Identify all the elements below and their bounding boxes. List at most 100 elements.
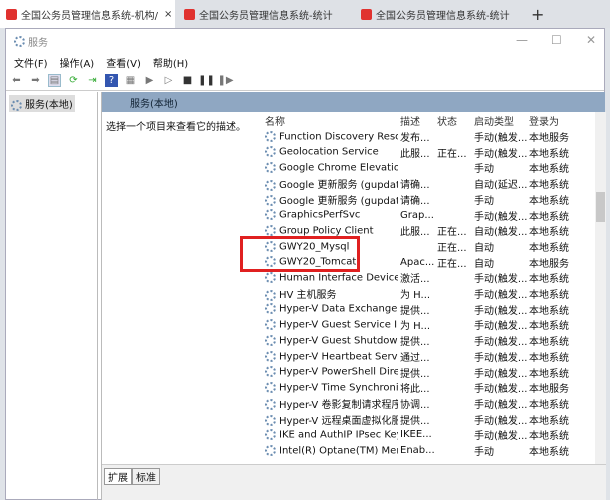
cell-log-on-as: 本地系统	[529, 305, 569, 317]
back-icon[interactable]: ⬅	[10, 74, 23, 87]
service-row[interactable]: Hyper-V 卷影复制请求程序 协调... 手动(触发... 本地系统	[257, 396, 595, 411]
service-row[interactable]: GraphicsPerfSvc Grap... 手动(触发... 本地系统	[257, 208, 595, 223]
service-row[interactable]: Geolocation Service 此服... 正在... 手动(触发... 本地系…	[257, 145, 595, 160]
menu-view[interactable]: 查看(V)	[106, 55, 141, 70]
tab-standard[interactable]: 标准	[132, 468, 160, 485]
tree-item-services-local[interactable]: 服务(本地)	[9, 95, 75, 112]
cell-log-on-as: 本地系统	[529, 211, 569, 223]
maximize-button[interactable]: ☐	[551, 33, 562, 47]
browser-tab[interactable]: 全国公务员管理信息系统-统计	[355, 0, 520, 28]
browser-tab[interactable]: 全国公务员管理信息系统-机构/×	[0, 0, 175, 28]
browser-tab-bar: 全国公务员管理信息系统-机构/× 全国公务员管理信息系统-统计 全国公务员管理信…	[0, 0, 610, 28]
service-gear-icon	[265, 289, 276, 301]
cell-log-on-as: 本地系统	[529, 148, 569, 160]
cell-name: Hyper-V 远程桌面虚拟化服...	[265, 412, 398, 427]
pause-icon[interactable]: ❚❚	[198, 74, 215, 87]
close-button[interactable]: ✕	[586, 33, 596, 47]
cell-description: Grap...	[400, 209, 434, 221]
cell-name: Google Chrome Elevation ...	[265, 162, 398, 174]
vertical-scrollbar[interactable]	[595, 112, 606, 464]
cell-startup-type: 自动(延迟...	[474, 180, 527, 192]
service-row[interactable]: Hyper-V Guest Service Int...为 H... 手动(触发.…	[257, 317, 595, 332]
cell-log-on-as: 本地系统	[529, 180, 569, 192]
service-row[interactable]: Hyper-V Guest Shutdown ...提供... 手动(触发...本…	[257, 333, 595, 348]
start-icon[interactable]: ▶	[143, 74, 156, 87]
cell-description: IKEE...	[400, 429, 432, 441]
console-tree-icon[interactable]: ▤	[48, 74, 61, 87]
services-icon	[14, 35, 25, 47]
cell-startup-type: 自动	[474, 258, 494, 270]
cell-startup-type: 手动(触发...	[474, 211, 527, 223]
favicon-icon	[6, 8, 17, 20]
tab-extended[interactable]: 扩展	[104, 468, 132, 485]
service-row[interactable]: HV 主机服务为 H... 手动(触发... 本地系统	[257, 286, 595, 301]
service-row[interactable]: Google 更新服务 (gupdate...请确... 手动 本地系统	[257, 192, 595, 207]
menu-bar: 文件(F) 操作(A) 查看(V) 帮助(H)	[6, 53, 604, 71]
service-row[interactable]: Google Chrome Elevation ... 手动 本地系统	[257, 160, 595, 175]
panel-header: 服务(本地)	[102, 92, 605, 112]
service-gear-icon	[265, 444, 276, 456]
close-tab-icon[interactable]: ×	[164, 9, 172, 20]
start-alt-icon[interactable]: ▷	[162, 74, 175, 87]
cell-log-on-as: 本地系统	[529, 195, 569, 207]
service-gear-icon	[265, 130, 276, 142]
service-row[interactable]: Hyper-V Data Exchange Se...提供... 手动(触发...…	[257, 302, 595, 317]
column-header-log-on-as[interactable]: 登录为	[529, 113, 559, 128]
cell-log-on-as: 本地服务	[529, 258, 569, 270]
cell-startup-type: 手动(触发...	[474, 352, 527, 364]
new-tab-button[interactable]: +	[525, 0, 550, 28]
column-header-startup-type[interactable]: 启动类型	[474, 113, 514, 128]
menu-help[interactable]: 帮助(H)	[153, 55, 188, 70]
service-gear-icon	[265, 209, 276, 221]
service-row[interactable]: Hyper-V 远程桌面虚拟化服... 提供... 手动(触发... 本地系统	[257, 412, 595, 427]
service-row[interactable]: Intel(R) Optane(TM) Mem...Enab... 手动 本地系统	[257, 443, 595, 458]
service-row[interactable]: Hyper-V PowerShell Direct...提供... 手动(触发..…	[257, 365, 595, 380]
forward-icon[interactable]: ➡	[29, 74, 42, 87]
cell-name: Hyper-V PowerShell Direct...	[265, 366, 398, 378]
cell-name: Hyper-V 卷影复制请求程序	[265, 396, 398, 411]
menu-action[interactable]: 操作(A)	[60, 55, 95, 70]
minimize-button[interactable]: —	[516, 33, 528, 47]
cell-description: 协调...	[400, 399, 430, 411]
restart-icon[interactable]: ❚▶	[217, 74, 233, 87]
cell-description: 发布...	[400, 133, 430, 144]
cell-name: Geolocation Service	[265, 146, 398, 158]
cell-startup-type: 手动(触发...	[474, 399, 527, 411]
stop-icon[interactable]: ■	[181, 74, 194, 87]
cell-log-on-as: 本地系统	[529, 399, 569, 411]
scrollbar-thumb[interactable]	[596, 192, 605, 222]
service-row[interactable]: Hyper-V Heartbeat Service通过... 手动(触发...本地…	[257, 349, 595, 364]
description-text: 选择一个项目来查看它的描述。	[106, 122, 246, 133]
column-header-status[interactable]: 状态	[437, 113, 457, 128]
cell-name: Hyper-V Guest Service Int...	[265, 319, 398, 331]
service-row[interactable]: Hyper-V Time Synchroniza...将此... 手动(触发...…	[257, 380, 595, 395]
column-header-description[interactable]: 描述	[400, 113, 420, 128]
service-gear-icon	[265, 350, 276, 362]
cell-name: HV 主机服务	[265, 286, 398, 301]
favicon-icon	[184, 8, 195, 20]
service-row[interactable]: Function Discovery Resour...发布... 手动(触发..…	[257, 129, 595, 144]
column-header-name[interactable]: 名称	[265, 113, 285, 128]
cell-name: Human Interface Device S...	[265, 272, 398, 284]
service-row[interactable]: Google 更新服务 (gupdate) 请确... 自动(延迟... 本地系统	[257, 176, 595, 191]
service-gear-icon	[265, 272, 276, 284]
cell-log-on-as: 本地系统	[529, 274, 569, 286]
service-gear-icon	[265, 366, 276, 378]
export-icon[interactable]: ⇥	[86, 74, 99, 87]
service-gear-icon	[265, 319, 276, 331]
browser-tab[interactable]: 全国公务员管理信息系统-统计	[178, 0, 343, 28]
properties-icon[interactable]: ▦	[124, 74, 137, 87]
cell-startup-type: 手动	[474, 164, 494, 176]
help-icon[interactable]: ?	[105, 74, 118, 87]
cell-name: IKE and AuthIP IPsec Keyin...	[265, 429, 398, 441]
refresh-icon[interactable]: ⟳	[67, 74, 80, 87]
menu-file[interactable]: 文件(F)	[14, 55, 48, 70]
service-row[interactable]: IKE and AuthIP IPsec Keyin...IKEE... 手动(触…	[257, 427, 595, 442]
service-row[interactable]: Human Interface Device S...激活... 手动(触发...…	[257, 270, 595, 285]
cell-startup-type: 手动(触发...	[474, 431, 527, 443]
cell-startup-type: 手动(触发...	[474, 133, 527, 144]
services-list: 名称 描述 状态 启动类型 登录为 Function Discovery Res…	[257, 112, 595, 464]
cell-status: 正在...	[437, 258, 467, 270]
cell-log-on-as: 本地服务	[529, 384, 569, 396]
cell-status: 正在...	[437, 148, 467, 160]
